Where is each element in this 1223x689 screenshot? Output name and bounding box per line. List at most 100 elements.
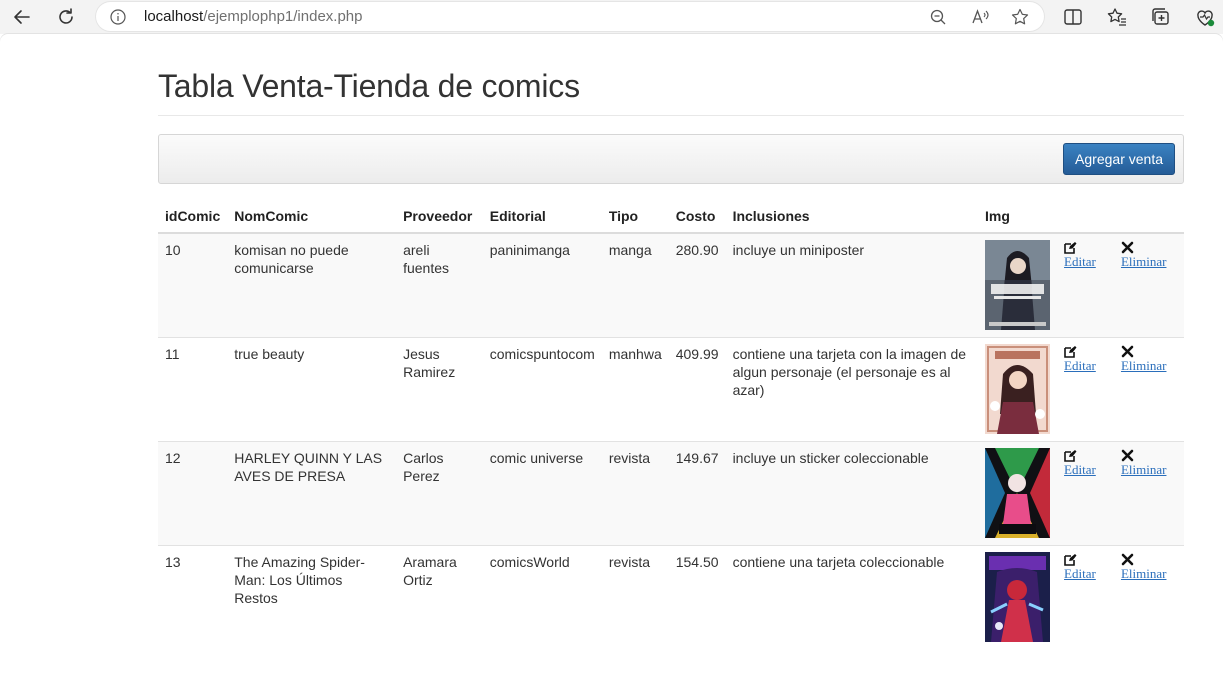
cell-nombre: komisan no puede comunicarse [227,232,397,338]
cell-img [978,545,1058,649]
cell-tipo: manhwa [601,337,669,442]
edit-label: Editar [1064,254,1096,269]
true-beauty-cover-image [985,344,1051,434]
edit-icon [1064,554,1077,566]
url-host: localhost [144,8,204,25]
site-info-icon[interactable] [110,9,126,25]
cell-editorial: comic universe [482,441,602,546]
browser-essentials-icon[interactable] [1194,6,1216,28]
delete-link[interactable]: Eliminar [1120,553,1167,581]
table-row: 13 The Amazing Spider-Man: Los Últimos R… [158,545,1184,649]
edit-icon [1064,242,1077,254]
header-img: Img [978,199,1058,234]
harley-quinn-cover-image [985,448,1051,538]
header-edit [1057,199,1114,234]
favorite-star-icon[interactable] [1010,7,1030,27]
delete-label: Eliminar [1120,566,1167,581]
edit-label: Editar [1064,358,1096,373]
komi-san-cover-image [985,240,1051,330]
cell-inclusiones: incluye un sticker coleccionable [725,441,979,546]
header-editorial: Editorial [482,199,602,234]
header-nomcomic: NomComic [227,199,397,234]
edit-icon [1064,346,1077,358]
cell-edit: Editar [1057,545,1114,649]
edit-label: Editar [1064,566,1096,581]
back-button[interactable] [8,3,36,31]
edit-link[interactable]: Editar [1064,449,1096,477]
delete-label: Eliminar [1120,254,1167,269]
close-x-icon [1121,553,1134,566]
cell-costo: 149.67 [668,441,726,546]
delete-link[interactable]: Eliminar [1120,449,1167,477]
header-delete [1113,199,1184,234]
cell-costo: 154.50 [668,545,726,649]
table-row: 12 HARLEY QUINN Y LAS AVES DE PRESA Carl… [158,441,1184,546]
cell-proveedor: areli fuentes [396,232,483,338]
reload-button[interactable] [52,3,80,31]
cell-tipo: revista [601,545,669,649]
edit-icon [1064,450,1077,462]
cell-delete: Eliminar [1113,337,1184,442]
cell-edit: Editar [1057,441,1114,546]
zoom-icon[interactable] [928,7,948,27]
cell-inclusiones: contiene una tarjeta con la imagen de al… [725,337,979,442]
title-divider [158,115,1184,116]
cell-id: 12 [158,441,228,546]
address-bar[interactable]: localhost/ejemplophp1/index.php [96,2,1044,31]
reload-icon [59,8,73,24]
cell-proveedor: Carlos Perez [396,441,483,546]
add-sale-button[interactable]: Agregar venta [1063,143,1175,175]
header-inclusiones: Inclusiones [725,199,979,234]
delete-label: Eliminar [1120,462,1167,477]
cell-proveedor: Aramara Ortiz [396,545,483,649]
split-screen-icon[interactable] [1062,6,1084,28]
cell-img [978,232,1058,338]
page-title: Tabla Venta-Tienda de comics [158,68,580,104]
delete-label: Eliminar [1120,358,1167,373]
cell-nombre: true beauty [227,337,397,442]
cell-id: 11 [158,337,228,442]
cell-proveedor: Jesus Ramirez [396,337,483,442]
cell-tipo: manga [601,232,669,338]
edit-label: Editar [1064,462,1096,477]
delete-link[interactable]: Eliminar [1120,241,1167,269]
table-header-row: idComic NomComic Proveedor Editorial Tip… [158,199,1184,234]
cell-inclusiones: contiene una tarjeta coleccionable [725,545,979,649]
cell-id: 10 [158,232,228,338]
edit-link[interactable]: Editar [1064,553,1096,581]
cell-delete: Eliminar [1113,545,1184,649]
cell-edit: Editar [1057,232,1114,338]
cell-nombre: The Amazing Spider-Man: Los Últimos Rest… [227,545,397,649]
cell-id: 13 [158,545,228,649]
cell-img [978,337,1058,442]
close-x-icon [1121,345,1134,358]
sales-table: idComic NomComic Proveedor Editorial Tip… [158,199,1184,649]
cell-editorial: comicsWorld [482,545,602,649]
header-tipo: Tipo [601,199,669,234]
table-row: 11 true beauty Jesus Ramirez comicspunto… [158,337,1184,442]
edit-link[interactable]: Editar [1064,345,1096,373]
cell-delete: Eliminar [1113,232,1184,338]
close-x-icon [1121,449,1134,462]
edit-link[interactable]: Editar [1064,241,1096,269]
cell-editorial: comicspuntocom [482,337,602,442]
cell-delete: Eliminar [1113,441,1184,546]
cell-img [978,441,1058,546]
cell-inclusiones: incluye un miniposter [725,232,979,338]
delete-link[interactable]: Eliminar [1120,345,1167,373]
url-path: /ejemplophp1/index.php [203,8,363,25]
actions-bar: Agregar venta [158,134,1184,184]
favorites-icon[interactable] [1106,6,1128,28]
close-x-icon [1121,241,1134,254]
cell-edit: Editar [1057,337,1114,442]
url-text[interactable]: localhost/ejemplophp1/index.php [144,8,363,25]
header-costo: Costo [668,199,726,234]
spider-man-cover-image [985,552,1051,642]
read-aloud-icon[interactable] [970,7,990,27]
table-row: 10 komisan no puede comunicarse areli fu… [158,232,1184,338]
browser-toolbar: localhost/ejemplophp1/index.php [0,0,1223,34]
back-arrow-icon [14,10,30,24]
header-proveedor: Proveedor [396,199,483,234]
cell-tipo: revista [601,441,669,546]
collections-icon[interactable] [1150,6,1172,28]
